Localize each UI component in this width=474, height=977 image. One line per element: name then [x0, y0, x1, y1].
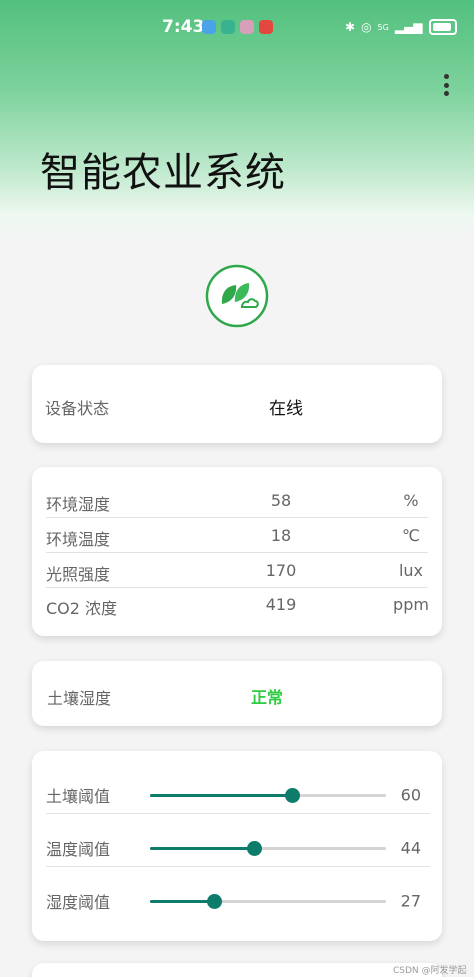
- env-name: 环境湿度: [46, 495, 111, 514]
- env-unit: ppm: [393, 595, 429, 614]
- threshold-name: 湿度阈值: [46, 893, 111, 912]
- device-status-value: 在线: [269, 399, 303, 419]
- environment-card: 环境湿度 58 % 环境温度 18 ℃ 光照强度 170 lux CO2 浓度 …: [32, 467, 442, 636]
- threshold-slider-soil[interactable]: [150, 788, 386, 803]
- env-row-light: 光照强度 170 lux: [46, 553, 428, 588]
- threshold-row-temperature: 温度阈值 44: [46, 814, 430, 867]
- slider-fill: [150, 794, 292, 797]
- soil-label: 土壤湿度: [47, 689, 112, 708]
- hotspot-icon: ◎: [361, 20, 372, 34]
- soil-status-card: 土壤湿度 正常: [32, 661, 442, 726]
- slider-fill: [150, 847, 254, 850]
- slider-thumb[interactable]: [206, 894, 222, 909]
- device-status-card: 设备状态 在线: [32, 365, 442, 443]
- signal-icon: ▂▄▆: [394, 20, 423, 34]
- threshold-slider-humidity[interactable]: [150, 894, 386, 909]
- next-card: [32, 963, 442, 977]
- status-system-icons: ✱ ◎ 5G ▂▄▆: [345, 19, 457, 35]
- slider-thumb[interactable]: [284, 788, 300, 803]
- env-value: 419: [265, 595, 297, 614]
- env-row-temperature: 环境温度 18 ℃: [46, 518, 428, 553]
- app-icon: [240, 20, 254, 34]
- env-name: 环境温度: [46, 530, 111, 549]
- device-status-label: 设备状态: [45, 399, 110, 418]
- notification-icon: [259, 20, 273, 34]
- slider-thumb[interactable]: [246, 841, 262, 856]
- threshold-name: 土壤阈值: [46, 787, 111, 806]
- bluetooth-icon: ✱: [345, 20, 356, 34]
- battery-icon: [428, 19, 457, 35]
- threshold-value: 27: [400, 891, 421, 911]
- threshold-name: 温度阈值: [46, 840, 111, 859]
- threshold-row-soil: 土壤阈值 60: [46, 761, 430, 814]
- watermark: CSDN @阿发学起来: [393, 966, 467, 976]
- threshold-value: 60: [400, 785, 421, 805]
- threshold-slider-temperature[interactable]: [150, 841, 386, 856]
- status-notification-icons: [202, 20, 273, 34]
- env-value: 18: [270, 526, 292, 545]
- network-type-label: 5G: [377, 22, 389, 32]
- env-name: 光照强度: [46, 565, 111, 584]
- threshold-value: 44: [400, 838, 421, 858]
- env-value: 170: [265, 561, 297, 580]
- status-time: 7:43: [162, 17, 205, 37]
- env-name: CO2 浓度: [46, 599, 118, 618]
- slider-fill: [150, 900, 214, 903]
- leaf-cloud-icon: [205, 264, 269, 328]
- env-value: 58: [270, 491, 292, 510]
- env-row-co2: CO2 浓度 419 ppm: [46, 587, 429, 621]
- env-unit: ℃: [402, 526, 420, 545]
- env-unit: %: [403, 491, 419, 510]
- cloud-icon: [202, 20, 216, 34]
- more-vertical-icon[interactable]: [436, 72, 456, 98]
- shield-icon: [221, 20, 235, 34]
- page-title: 智能农业系统: [40, 150, 286, 196]
- threshold-row-humidity: 湿度阈值 27: [46, 867, 430, 919]
- status-bar: 7:43 ✱ ◎ 5G ▂▄▆: [0, 0, 474, 56]
- soil-value: 正常: [250, 688, 283, 707]
- env-unit: lux: [398, 561, 424, 580]
- env-row-humidity: 环境湿度 58 %: [46, 483, 428, 518]
- threshold-card: 土壤阈值 60 温度阈值 44 湿度阈值 27: [32, 751, 442, 941]
